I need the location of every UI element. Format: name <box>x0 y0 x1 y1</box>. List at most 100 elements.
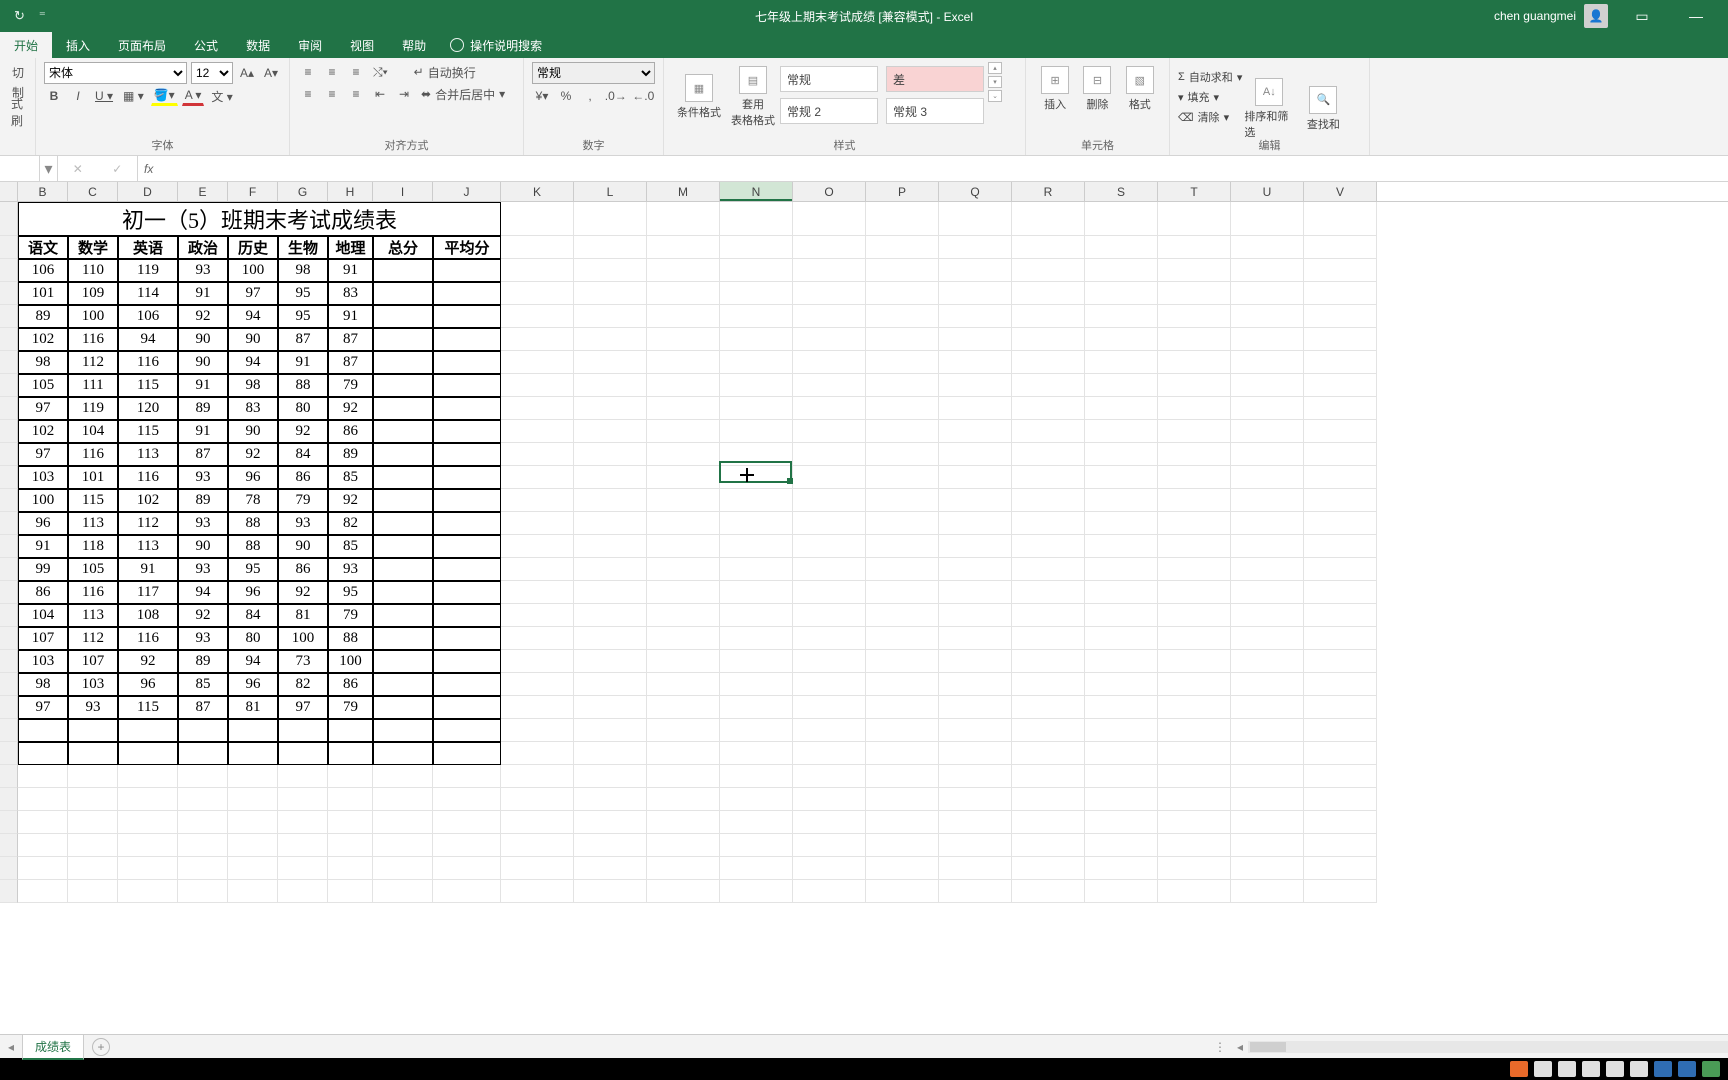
autosum-button[interactable]: Σ 自动求和 ▾ <box>1178 68 1242 86</box>
tab-insert[interactable]: 插入 <box>52 32 104 58</box>
column-header-F[interactable]: F <box>228 182 278 201</box>
column-header-U[interactable]: U <box>1231 182 1304 201</box>
column-header-C[interactable]: C <box>68 182 118 201</box>
align-left-icon[interactable]: ≡ <box>298 84 318 104</box>
cut-button[interactable]: 切 <box>8 62 28 82</box>
cell-style-bad[interactable]: 差 <box>886 66 984 92</box>
column-header-H[interactable]: H <box>328 182 373 201</box>
tab-help[interactable]: 帮助 <box>388 32 440 58</box>
italic-button[interactable]: I <box>68 86 88 106</box>
name-box-dropdown-icon[interactable]: ▾ <box>40 156 58 181</box>
insert-cells-button[interactable]: ⊞插入 <box>1034 62 1076 116</box>
cell-style-normal-2[interactable]: 常规 2 <box>780 98 878 124</box>
column-header-J[interactable]: J <box>433 182 501 201</box>
column-header-V[interactable]: V <box>1304 182 1377 201</box>
align-bottom-icon[interactable]: ≡ <box>346 62 366 82</box>
format-cells-button[interactable]: ▧格式 <box>1119 62 1161 116</box>
column-header-D[interactable]: D <box>118 182 178 201</box>
status-icon-1[interactable] <box>1534 1061 1552 1077</box>
format-as-table-button[interactable]: ▤套用 表格格式 <box>726 62 780 132</box>
redo-icon[interactable]: ↻ <box>14 8 25 24</box>
horizontal-scrollbar[interactable]: ⋮ ◂ <box>1214 1040 1728 1054</box>
align-right-icon[interactable]: ≡ <box>346 84 366 104</box>
status-icon-2[interactable] <box>1558 1061 1576 1077</box>
cell-style-normal-3[interactable]: 常规 3 <box>886 98 984 124</box>
bold-button[interactable]: B <box>44 86 64 106</box>
cell-style-normal[interactable]: 常规 <box>780 66 878 92</box>
column-header-P[interactable]: P <box>866 182 939 201</box>
cancel-formula-icon[interactable]: ✕ <box>73 162 83 176</box>
worksheet-grid[interactable]: 初一（5）班期末考试成绩表语文数学英语政治历史生物地理总分平均分10611011… <box>0 202 1728 1034</box>
styles-gallery-spinner[interactable]: ▴▾⌄ <box>988 62 1002 132</box>
status-icon-4[interactable] <box>1606 1061 1624 1077</box>
fx-label[interactable]: fx <box>138 162 159 176</box>
increase-decimal-icon[interactable]: .0→ <box>604 86 628 106</box>
align-top-icon[interactable]: ≡ <box>298 62 318 82</box>
font-size-select[interactable]: 12 <box>191 62 233 84</box>
status-icon-6[interactable] <box>1654 1061 1672 1077</box>
name-box[interactable] <box>0 156 40 181</box>
scroll-left-icon[interactable]: ◂ <box>1232 1040 1248 1054</box>
conditional-formatting-button[interactable]: ▦条件格式 <box>672 62 726 132</box>
column-header-T[interactable]: T <box>1158 182 1231 201</box>
status-icon-5[interactable] <box>1630 1061 1648 1077</box>
increase-font-icon[interactable]: A▴ <box>237 63 257 83</box>
fill-color-button[interactable]: 🪣▾ <box>151 86 178 106</box>
status-icon-8[interactable] <box>1702 1061 1720 1077</box>
number-format-select[interactable]: 常规 <box>532 62 655 84</box>
column-header-M[interactable]: M <box>647 182 720 201</box>
column-header-S[interactable]: S <box>1085 182 1158 201</box>
column-header-E[interactable]: E <box>178 182 228 201</box>
sheet-tab-active[interactable]: 成绩表 <box>22 1034 84 1060</box>
tell-me-search[interactable]: 操作说明搜索 <box>440 32 542 58</box>
align-middle-icon[interactable]: ≡ <box>322 62 342 82</box>
wrap-text-button[interactable]: ↵ 自动换行 <box>411 62 479 82</box>
column-header-K[interactable]: K <box>501 182 574 201</box>
border-button[interactable]: ▦ ▾ <box>120 86 147 106</box>
increase-indent-icon[interactable]: ⇥ <box>394 84 414 104</box>
ribbon-display-options-icon[interactable]: ▭ <box>1622 8 1662 25</box>
tab-data[interactable]: 数据 <box>232 32 284 58</box>
percent-icon[interactable]: % <box>556 86 576 106</box>
formula-input[interactable] <box>159 156 1728 181</box>
phonetic-guide-button[interactable]: 文 ▾ <box>208 86 235 106</box>
scrollbar-thumb[interactable] <box>1250 1042 1286 1052</box>
fill-button[interactable]: ▾ 填充 ▾ <box>1178 88 1242 106</box>
qat-dropdown[interactable]: ⁼ <box>39 8 46 24</box>
underline-button[interactable]: U ▾ <box>92 86 116 106</box>
scrollbar-track[interactable] <box>1248 1041 1728 1053</box>
format-painter-button[interactable]: 式刷 <box>8 102 28 122</box>
comma-icon[interactable]: , <box>580 86 600 106</box>
column-header-G[interactable]: G <box>278 182 328 201</box>
tab-page-layout[interactable]: 页面布局 <box>104 32 180 58</box>
select-all-corner[interactable] <box>0 182 18 201</box>
currency-icon[interactable]: ¥▾ <box>532 86 552 106</box>
font-name-select[interactable]: 宋体 <box>44 62 187 84</box>
decrease-font-icon[interactable]: A▾ <box>261 63 281 83</box>
clear-button[interactable]: ⌫ 清除 ▾ <box>1178 108 1242 126</box>
tab-view[interactable]: 视图 <box>336 32 388 58</box>
column-header-B[interactable]: B <box>18 182 68 201</box>
minimize-button[interactable]: — <box>1676 8 1716 24</box>
column-header-L[interactable]: L <box>574 182 647 201</box>
font-color-button[interactable]: A ▾ <box>182 86 205 106</box>
decrease-indent-icon[interactable]: ⇤ <box>370 84 390 104</box>
sheet-nav-prev-icon[interactable]: ◂ <box>0 1040 22 1054</box>
merge-center-button[interactable]: ⬌ 合并后居中 ▾ <box>418 84 508 104</box>
delete-cells-button[interactable]: ⊟删除 <box>1076 62 1118 116</box>
column-header-R[interactable]: R <box>1012 182 1085 201</box>
align-center-icon[interactable]: ≡ <box>322 84 342 104</box>
status-icon-3[interactable] <box>1582 1061 1600 1077</box>
status-icon-7[interactable] <box>1678 1061 1696 1077</box>
enter-formula-icon[interactable]: ✓ <box>112 162 122 176</box>
tab-home[interactable]: 开始 <box>0 32 52 58</box>
column-header-N[interactable]: N <box>720 182 793 201</box>
decrease-decimal-icon[interactable]: ←.0 <box>632 86 656 106</box>
orientation-icon[interactable]: ⤭▾ <box>370 62 391 82</box>
tab-review[interactable]: 审阅 <box>284 32 336 58</box>
tab-formulas[interactable]: 公式 <box>180 32 232 58</box>
column-header-I[interactable]: I <box>373 182 433 201</box>
new-sheet-button[interactable]: + <box>92 1038 110 1056</box>
ime-indicator-icon[interactable] <box>1510 1061 1528 1077</box>
column-header-Q[interactable]: Q <box>939 182 1012 201</box>
